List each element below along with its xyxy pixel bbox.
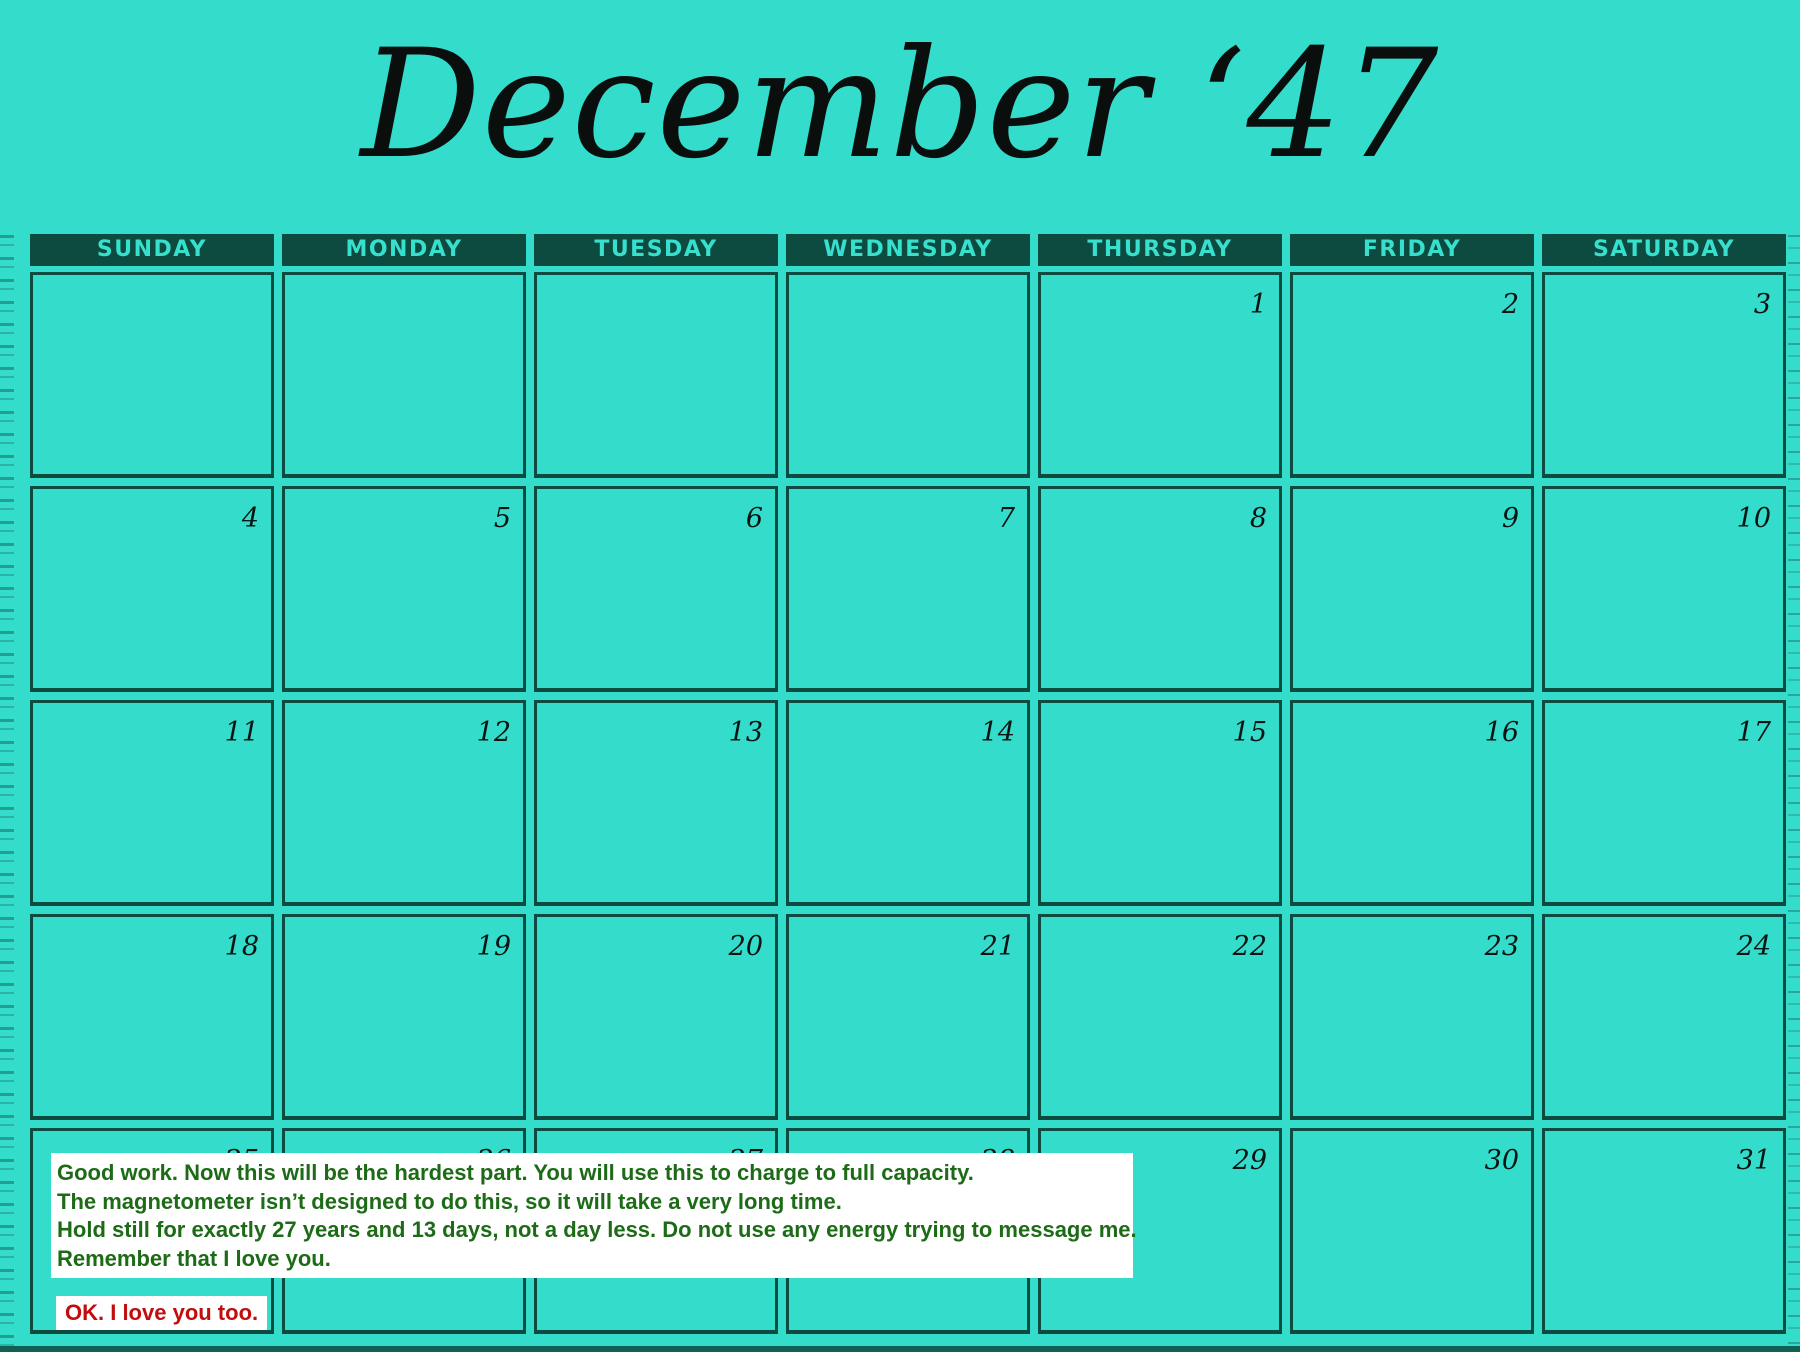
day-cell (30, 272, 274, 478)
day-number: 8 (1249, 503, 1267, 534)
message-box: Good work. Now this will be the hardest … (51, 1153, 1137, 1278)
day-number: 13 (728, 717, 763, 748)
day-number: 9 (1501, 503, 1519, 534)
day-cell: 23 (1290, 914, 1534, 1120)
day-cell (534, 272, 778, 478)
day-cell: 14 (786, 700, 1030, 906)
day-number: 5 (493, 503, 511, 534)
day-number: 2 (1501, 289, 1519, 320)
day-number: 16 (1484, 717, 1519, 748)
day-number: 19 (476, 931, 511, 962)
day-number: 6 (745, 503, 763, 534)
weekday-header-saturday: SATURDAY (1542, 234, 1786, 266)
day-cell: 31 (1542, 1128, 1786, 1334)
day-number: 7 (997, 503, 1015, 534)
reply-button[interactable]: OK. I love you too. (56, 1296, 268, 1330)
message-line: The magnetometer isn’t designed to do th… (57, 1188, 842, 1214)
day-number: 10 (1736, 503, 1771, 534)
day-number: 17 (1736, 717, 1771, 748)
weekday-header-thursday: THURSDAY (1038, 234, 1282, 266)
grunge-edge-right (1788, 235, 1800, 1352)
day-number: 30 (1484, 1145, 1519, 1176)
weekday-header-friday: FRIDAY (1290, 234, 1534, 266)
day-number: 4 (241, 503, 259, 534)
day-cell: 24 (1542, 914, 1786, 1120)
day-cell: 5 (282, 486, 526, 692)
day-number: 12 (476, 717, 511, 748)
day-cell: 16 (1290, 700, 1534, 906)
day-cell: 2 (1290, 272, 1534, 478)
grunge-edge-left (0, 235, 14, 1352)
day-cell: 17 (1542, 700, 1786, 906)
day-number: 1 (1249, 289, 1267, 320)
day-cell: 1 (1038, 272, 1282, 478)
day-cell: 3 (1542, 272, 1786, 478)
day-number: 15 (1232, 717, 1267, 748)
day-cell: 9 (1290, 486, 1534, 692)
day-number: 14 (980, 717, 1015, 748)
day-number: 21 (980, 931, 1015, 962)
day-number: 3 (1753, 289, 1771, 320)
day-number: 24 (1736, 931, 1771, 962)
weekday-header-sunday: SUNDAY (30, 234, 274, 266)
day-cell: 12 (282, 700, 526, 906)
day-number: 23 (1484, 931, 1519, 962)
day-cell: 15 (1038, 700, 1282, 906)
day-cell: 13 (534, 700, 778, 906)
calendar-page: December ‘47 SUNDAY MONDAY TUESDAY WEDNE… (0, 0, 1800, 1352)
calendar-title: December ‘47 (360, 18, 1440, 192)
weekday-header-wednesday: WEDNESDAY (786, 234, 1030, 266)
day-cell: 8 (1038, 486, 1282, 692)
day-number: 31 (1736, 1145, 1771, 1176)
day-cell: 11 (30, 700, 274, 906)
day-cell: 30 (1290, 1128, 1534, 1334)
day-cell: 21 (786, 914, 1030, 1120)
weekday-header-row: SUNDAY MONDAY TUESDAY WEDNESDAY THURSDAY… (30, 234, 1786, 266)
day-cell: 10 (1542, 486, 1786, 692)
day-number: 18 (224, 931, 259, 962)
day-cell: 7 (786, 486, 1030, 692)
day-cell: 19 (282, 914, 526, 1120)
day-number: 11 (224, 717, 259, 748)
day-cell (786, 272, 1030, 478)
day-number: 20 (728, 931, 763, 962)
message-line: Remember that I love you. (57, 1245, 331, 1271)
day-cell: 6 (534, 486, 778, 692)
day-cell (282, 272, 526, 478)
day-number: 22 (1232, 931, 1267, 962)
bottom-border (0, 1346, 1800, 1352)
message-line: Hold still for exactly 27 years and 13 d… (57, 1217, 1137, 1242)
day-cell: 20 (534, 914, 778, 1120)
weekday-header-monday: MONDAY (282, 234, 526, 266)
day-number: 29 (1232, 1145, 1267, 1176)
day-cell: 22 (1038, 914, 1282, 1120)
day-cell: 4 (30, 486, 274, 692)
day-cell: 18 (30, 914, 274, 1120)
message-line: Good work. Now this will be the hardest … (57, 1160, 974, 1185)
weekday-header-tuesday: TUESDAY (534, 234, 778, 266)
